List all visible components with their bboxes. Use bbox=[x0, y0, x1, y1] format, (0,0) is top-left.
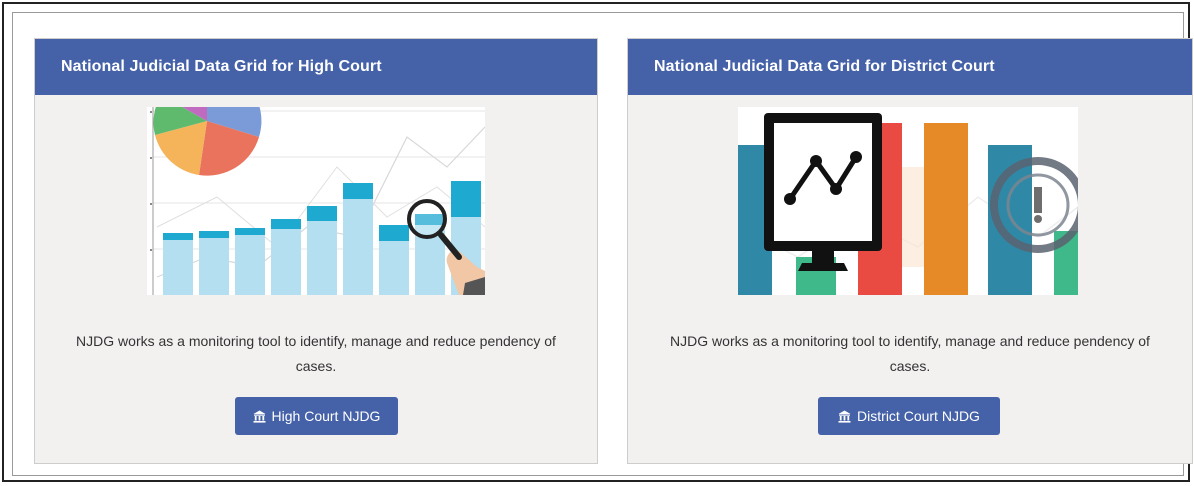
bank-icon bbox=[253, 399, 266, 437]
monitor-graph-illustration bbox=[738, 107, 1078, 295]
high-court-card-title: National Judicial Data Grid for High Cou… bbox=[35, 39, 597, 95]
bank-icon bbox=[838, 399, 851, 437]
district-court-card-description: NJDG works as a monitoring tool to ident… bbox=[670, 333, 1150, 374]
district-court-njdg-button[interactable]: District Court NJDG bbox=[818, 397, 1000, 435]
analytics-chart-illustration bbox=[147, 107, 485, 295]
district-court-njdg-button-label: District Court NJDG bbox=[857, 408, 980, 424]
high-court-card: National Judicial Data Grid for High Cou… bbox=[34, 38, 598, 464]
high-court-card-description: NJDG works as a monitoring tool to ident… bbox=[76, 333, 556, 374]
district-court-card-title: National Judicial Data Grid for District… bbox=[628, 39, 1192, 95]
district-court-card: National Judicial Data Grid for District… bbox=[627, 38, 1193, 464]
high-court-njdg-button[interactable]: High Court NJDG bbox=[235, 397, 398, 435]
high-court-njdg-button-label: High Court NJDG bbox=[271, 408, 381, 424]
